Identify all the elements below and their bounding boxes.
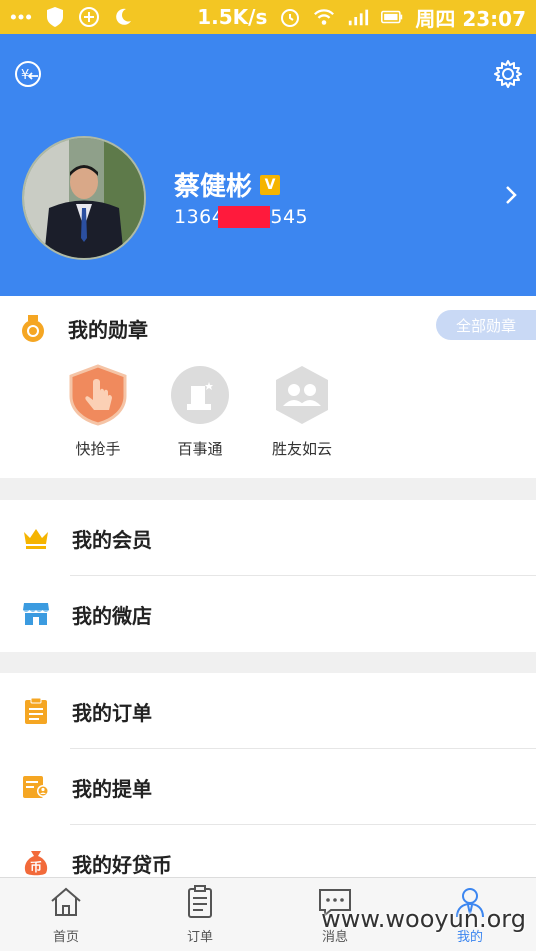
alarm-icon bbox=[279, 6, 301, 28]
menu-item-label: 我的好贷币 bbox=[72, 853, 172, 877]
medal-label: 胜友如云 bbox=[271, 440, 332, 458]
user-name: 蔡健彬 bbox=[174, 172, 253, 202]
nav-label: 首页 bbox=[52, 930, 79, 945]
many-friends-medal-icon bbox=[276, 366, 328, 424]
svg-text:¥: ¥ bbox=[21, 68, 29, 83]
more-dots-icon bbox=[10, 6, 32, 28]
crown-icon bbox=[22, 524, 50, 552]
status-bar: 1.5K/s 周四 23:07 bbox=[0, 0, 536, 34]
all-medals-button[interactable]: 全部勋章 bbox=[436, 310, 536, 340]
wifi-icon bbox=[313, 6, 335, 28]
medals-section: 我的勋章 全部勋章 快抢手 百事通 胜友如云 bbox=[0, 296, 536, 478]
avatar[interactable] bbox=[22, 136, 146, 260]
menu-item-membership[interactable]: 我的会员 bbox=[0, 500, 536, 576]
menu-section-1: 我的会员 我的微店 bbox=[0, 500, 536, 652]
phone-suffix: 545 bbox=[270, 206, 309, 228]
bill-user-icon bbox=[22, 773, 50, 801]
menu-item-bills[interactable]: 我的提单 bbox=[0, 749, 536, 825]
know-all-medal-icon bbox=[171, 366, 229, 424]
settings-gear-icon[interactable] bbox=[492, 58, 524, 90]
redaction-block bbox=[218, 206, 271, 228]
moon-icon bbox=[112, 6, 134, 28]
shield-icon bbox=[44, 6, 66, 28]
plus-circle-icon bbox=[78, 6, 100, 28]
medal-item-quick-grab[interactable]: 快抢手 bbox=[48, 364, 148, 459]
order-list-icon bbox=[188, 885, 212, 918]
menu-item-label: 我的订单 bbox=[72, 701, 152, 725]
profile-header: ¥ 蔡健彬 V 1364 545 bbox=[0, 34, 536, 296]
medal-label: 百事通 bbox=[177, 440, 223, 458]
medal-item-know-all[interactable]: 百事通 bbox=[150, 364, 250, 459]
currency-exchange-icon[interactable]: ¥ bbox=[12, 58, 44, 90]
signal-icon bbox=[347, 6, 369, 28]
phone-prefix: 1364 bbox=[174, 206, 225, 228]
day-time: 周四 23:07 bbox=[415, 6, 526, 31]
menu-item-label: 我的提单 bbox=[72, 777, 152, 801]
watermark: www.wooyun.org bbox=[321, 905, 526, 933]
clipboard-icon bbox=[22, 697, 50, 725]
medal-label: 快抢手 bbox=[75, 440, 121, 458]
menu-item-label: 我的会员 bbox=[72, 528, 152, 552]
nav-home[interactable]: 首页 bbox=[26, 884, 106, 945]
store-icon bbox=[22, 600, 50, 628]
chevron-right-icon[interactable] bbox=[504, 184, 518, 210]
quick-grab-medal-icon bbox=[69, 364, 127, 426]
menu-item-label: 我的微店 bbox=[72, 604, 152, 628]
network-speed: 1.5K/s bbox=[197, 5, 268, 29]
medal-item-many-friends[interactable]: 胜友如云 bbox=[252, 364, 352, 459]
battery-icon bbox=[381, 6, 403, 28]
nav-orders[interactable]: 订单 bbox=[160, 884, 240, 945]
medals-title: 我的勋章 bbox=[68, 318, 148, 342]
money-bag-icon: 币 bbox=[22, 849, 50, 877]
menu-item-orders[interactable]: 我的订单 bbox=[0, 673, 536, 749]
medal-icon bbox=[20, 314, 46, 348]
nav-label: 订单 bbox=[186, 930, 213, 945]
user-phone: 1364 545 bbox=[174, 206, 308, 228]
verified-badge: V bbox=[260, 174, 281, 195]
svg-text:币: 币 bbox=[30, 860, 42, 874]
user-name-row: 蔡健彬 V bbox=[174, 166, 281, 203]
menu-item-micro-store[interactable]: 我的微店 bbox=[0, 576, 536, 652]
menu-section-2: 我的订单 我的提单 币 我的好贷币 bbox=[0, 673, 536, 877]
home-icon bbox=[51, 887, 81, 916]
